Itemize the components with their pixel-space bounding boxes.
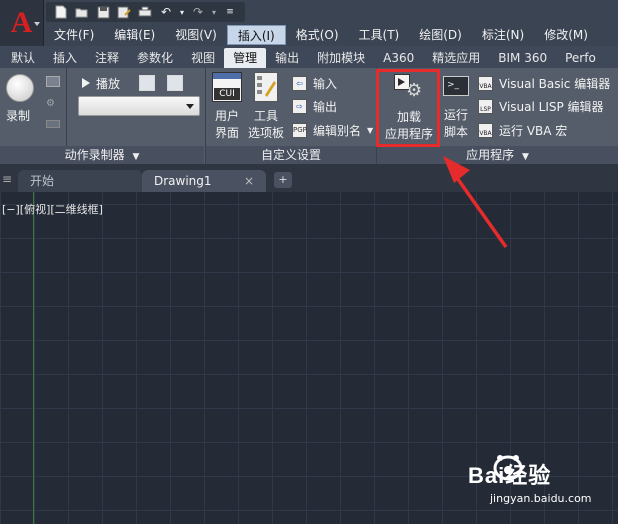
watermark-url: jingyan.baidu.com bbox=[490, 492, 592, 505]
baidu-jingyan-watermark: Bai经验 jingyan.baidu.com bbox=[462, 450, 612, 514]
watermark-brand: Bai经验 bbox=[468, 463, 552, 488]
annotation-arrow bbox=[443, 156, 508, 249]
